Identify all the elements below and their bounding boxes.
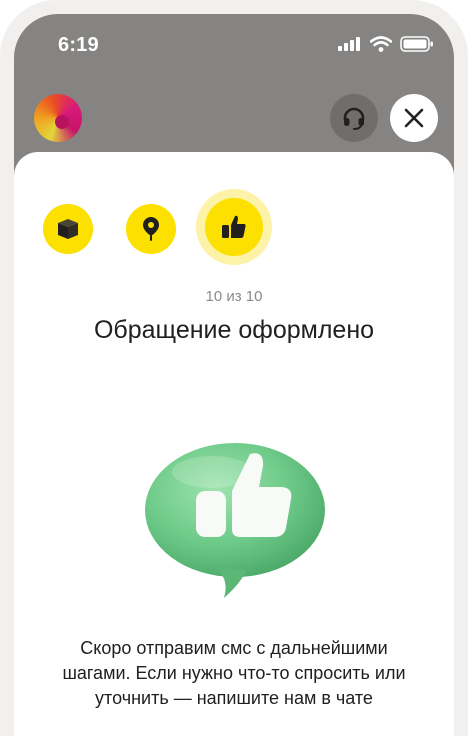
status-icons (338, 36, 434, 52)
description-text: Скоро отправим смс с дальнейшими шагами.… (62, 638, 406, 708)
status-time: 6:19 (58, 34, 99, 56)
avatar[interactable] (34, 94, 82, 142)
wifi-icon (370, 36, 392, 52)
location-pin-icon (143, 217, 159, 241)
step-indicator-thumbs-up (205, 198, 263, 256)
step-counter: 10 из 10 (205, 288, 263, 305)
box-icon (58, 219, 78, 239)
page-title: Обращение оформлено (93, 316, 375, 344)
support-button[interactable] (330, 94, 378, 142)
close-icon (404, 108, 424, 128)
signal-icon (338, 37, 360, 51)
step-indicator-box (43, 204, 93, 254)
headset-icon (343, 107, 365, 130)
battery-icon (400, 36, 433, 52)
step-indicator-location (126, 204, 176, 254)
bottom-sheet: 10 из 10 Обращение оформлено Скоро отпра… (14, 152, 454, 736)
screen: 6:19 10 из 10 Обращение оформлено Скоро … (14, 14, 454, 736)
thumbs-up-icon (222, 215, 246, 238)
close-button[interactable] (390, 94, 438, 142)
thumbs-up-bubble-illustration (145, 443, 325, 598)
phone-frame: 6:19 10 из 10 Обращение оформлено Скоро … (0, 0, 468, 736)
